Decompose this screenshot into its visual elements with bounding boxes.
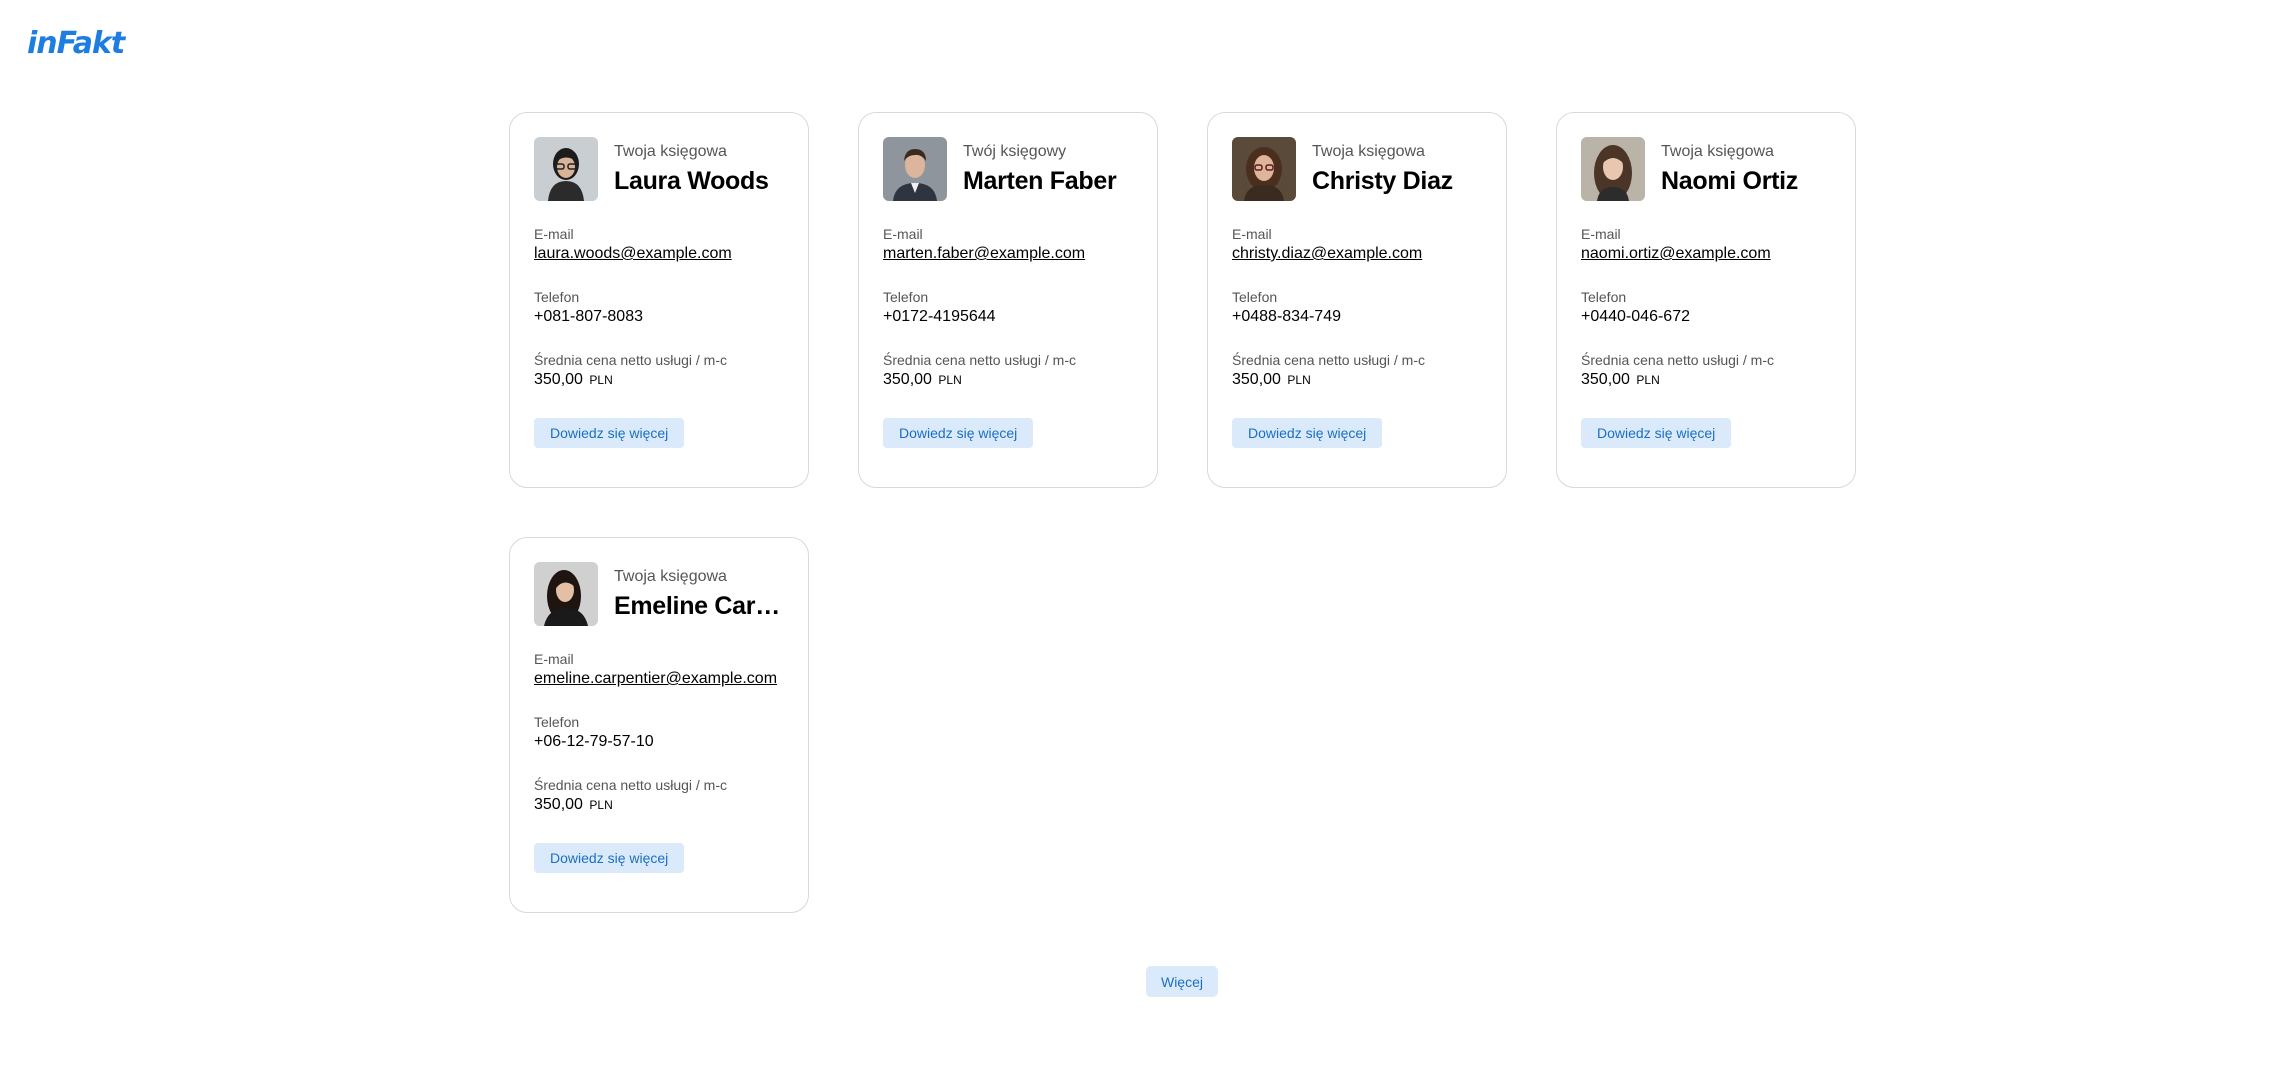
price-amount: 350,00 bbox=[883, 371, 932, 388]
email-label: E-mail bbox=[534, 226, 574, 242]
price-currency: PLN bbox=[1287, 373, 1311, 387]
accountant-card-grid: Twoja księgowa Laura Woods E-mail laura.… bbox=[509, 112, 1859, 913]
accountant-name: Marten Faber bbox=[963, 167, 1117, 195]
email-link[interactable]: naomi.ortiz@example.com bbox=[1581, 245, 1771, 262]
role-label: Twoja księgowa bbox=[614, 143, 727, 160]
price-amount: 350,00 bbox=[1232, 371, 1281, 388]
learn-more-button[interactable]: Dowiedz się więcej bbox=[534, 418, 685, 448]
load-more-button[interactable]: Więcej bbox=[1146, 966, 1218, 997]
accountant-name: Laura Woods bbox=[614, 167, 769, 195]
price-amount: 350,00 bbox=[534, 371, 583, 388]
role-label: Twój księgowy bbox=[963, 143, 1067, 160]
phone-value: +0440-046-672 bbox=[1581, 308, 1690, 325]
accountant-card: Twoja księgowa Laura Woods E-mail laura.… bbox=[509, 112, 809, 488]
learn-more-button[interactable]: Dowiedz się więcej bbox=[883, 418, 1034, 448]
email-label: E-mail bbox=[1232, 226, 1272, 242]
accountant-card: Twoja księgowa Emeline Carpentier E-mail… bbox=[509, 537, 809, 913]
phone-value: +0172-4195644 bbox=[883, 308, 996, 325]
price-value: 350,00 PLN bbox=[1581, 371, 1831, 389]
card-header: Twoja księgowa Naomi Ortiz bbox=[1581, 137, 1831, 201]
card-header: Twoja księgowa Laura Woods bbox=[534, 137, 784, 201]
price-label: Średnia cena netto usługi / m-c bbox=[534, 352, 727, 368]
accountant-card: Twoja księgowa Naomi Ortiz E-mail naomi.… bbox=[1556, 112, 1856, 488]
accountant-name: Christy Diaz bbox=[1312, 167, 1453, 195]
avatar bbox=[534, 137, 598, 201]
email-link[interactable]: marten.faber@example.com bbox=[883, 245, 1085, 262]
email-label: E-mail bbox=[883, 226, 923, 242]
accountant-card: Twoja księgowa Christy Diaz E-mail chris… bbox=[1207, 112, 1507, 488]
role-label: Twoja księgowa bbox=[1661, 143, 1774, 160]
email-label: E-mail bbox=[534, 651, 574, 667]
price-currency: PLN bbox=[589, 373, 613, 387]
phone-label: Telefon bbox=[534, 714, 580, 730]
accountant-card: Twój księgowy Marten Faber E-mail marten… bbox=[858, 112, 1158, 488]
price-label: Średnia cena netto usługi / m-c bbox=[534, 777, 727, 793]
card-header: Twoja księgowa Christy Diaz bbox=[1232, 137, 1482, 201]
phone-value: +06-12-79-57-10 bbox=[534, 733, 654, 750]
price-value: 350,00 PLN bbox=[1232, 371, 1482, 389]
phone-label: Telefon bbox=[1232, 289, 1278, 305]
price-currency: PLN bbox=[1636, 373, 1660, 387]
learn-more-button[interactable]: Dowiedz się więcej bbox=[1232, 418, 1383, 448]
avatar bbox=[534, 562, 598, 626]
price-amount: 350,00 bbox=[1581, 371, 1630, 388]
infakt-logo[interactable]: inFakt bbox=[27, 26, 125, 61]
role-label: Twoja księgowa bbox=[614, 568, 727, 585]
price-currency: PLN bbox=[589, 798, 613, 812]
phone-label: Telefon bbox=[883, 289, 929, 305]
email-label: E-mail bbox=[1581, 226, 1621, 242]
card-header: Twoja księgowa Emeline Carpentier bbox=[534, 562, 784, 626]
avatar bbox=[883, 137, 947, 201]
phone-label: Telefon bbox=[1581, 289, 1627, 305]
price-amount: 350,00 bbox=[534, 796, 583, 813]
avatar bbox=[1581, 137, 1645, 201]
email-link[interactable]: christy.diaz@example.com bbox=[1232, 245, 1422, 262]
email-link[interactable]: emeline.carpentier@example.com bbox=[534, 670, 777, 687]
accountant-name: Naomi Ortiz bbox=[1661, 167, 1798, 195]
phone-value: +0488-834-749 bbox=[1232, 308, 1341, 325]
phone-label: Telefon bbox=[534, 289, 580, 305]
price-label: Średnia cena netto usługi / m-c bbox=[1232, 352, 1425, 368]
role-label: Twoja księgowa bbox=[1312, 143, 1425, 160]
accountant-name: Emeline Carpentier bbox=[614, 592, 784, 620]
learn-more-button[interactable]: Dowiedz się więcej bbox=[1581, 418, 1732, 448]
price-value: 350,00 PLN bbox=[534, 796, 784, 814]
card-header: Twój księgowy Marten Faber bbox=[883, 137, 1133, 201]
price-currency: PLN bbox=[938, 373, 962, 387]
learn-more-button[interactable]: Dowiedz się więcej bbox=[534, 843, 685, 873]
price-label: Średnia cena netto usługi / m-c bbox=[1581, 352, 1774, 368]
avatar bbox=[1232, 137, 1296, 201]
price-value: 350,00 PLN bbox=[883, 371, 1133, 389]
phone-value: +081-807-8083 bbox=[534, 308, 643, 325]
price-label: Średnia cena netto usługi / m-c bbox=[883, 352, 1076, 368]
email-link[interactable]: laura.woods@example.com bbox=[534, 245, 732, 262]
price-value: 350,00 PLN bbox=[534, 371, 784, 389]
